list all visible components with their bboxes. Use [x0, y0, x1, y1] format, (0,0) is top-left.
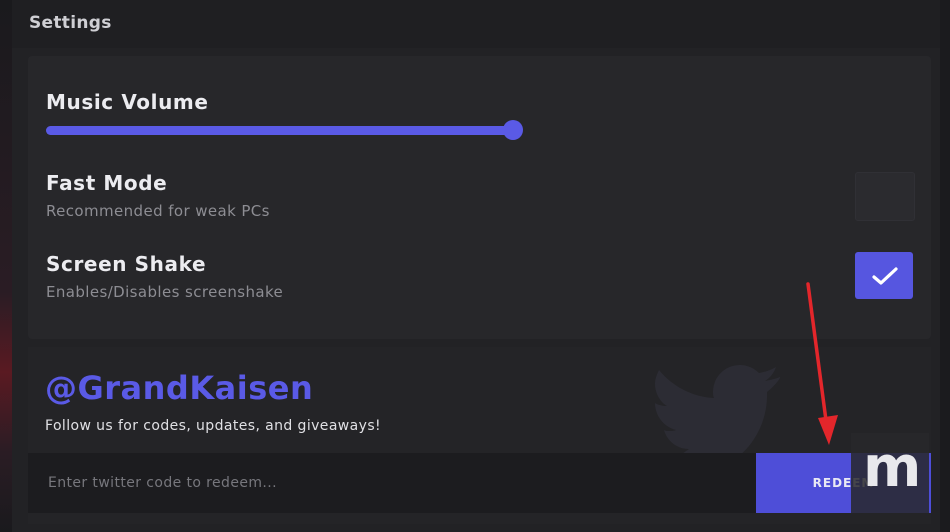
screen-shake-description: Enables/Disables screenshake — [46, 283, 284, 301]
left-edge-decoration — [0, 0, 12, 532]
twitter-code-input[interactable] — [28, 453, 756, 513]
check-icon — [872, 267, 898, 285]
watermark-letter: m — [863, 435, 922, 500]
settings-panel: Music Volume Fast Mode Recommended for w… — [28, 56, 931, 339]
screen-shake-checkbox[interactable] — [855, 252, 913, 299]
watermark-logo: m — [851, 433, 929, 513]
settings-title: Settings — [29, 13, 112, 33]
slider-fill — [46, 126, 513, 135]
red-arrow-icon — [806, 282, 838, 445]
fast-mode-label: Fast Mode — [46, 171, 168, 195]
slider-knob[interactable] — [503, 120, 523, 140]
music-volume-label: Music Volume — [46, 90, 209, 114]
follow-text: Follow us for codes, updates, and giveaw… — [45, 418, 382, 434]
fast-mode-checkbox[interactable] — [855, 172, 915, 221]
right-edge-decoration — [940, 0, 950, 532]
settings-header: Settings — [12, 0, 940, 48]
twitter-handle: @GrandKaisen — [45, 369, 314, 407]
music-volume-slider[interactable] — [46, 120, 523, 140]
screen-shake-label: Screen Shake — [46, 252, 207, 276]
social-section: @GrandKaisen Follow us for codes, update… — [28, 347, 931, 524]
fast-mode-description: Recommended for weak PCs — [46, 202, 270, 220]
